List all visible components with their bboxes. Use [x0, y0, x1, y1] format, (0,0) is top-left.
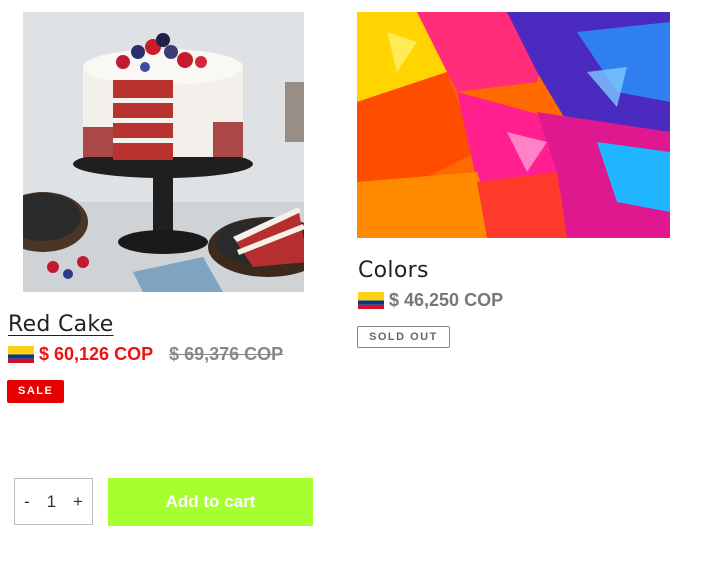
colombia-flag-icon — [8, 346, 34, 363]
compare-at-price: $ 69,376 COP — [169, 344, 284, 364]
quantity-stepper: - 1 + — [14, 478, 93, 525]
product-image-red-cake[interactable] — [23, 12, 304, 292]
add-to-cart-button[interactable]: Add to cart — [108, 478, 313, 526]
sale-badge: SALE — [7, 380, 65, 403]
quantity-decrease-button[interactable]: - — [24, 492, 30, 512]
quantity-increase-button[interactable]: + — [73, 492, 83, 512]
price-row: $ 46,250 COP — [358, 290, 503, 311]
colombia-flag-icon — [358, 292, 384, 309]
price-row: $ 60,126 COP $ 69,376 COP — [8, 344, 283, 365]
product-title[interactable]: Colors — [358, 258, 429, 283]
quantity-value[interactable]: 1 — [47, 492, 56, 512]
product-image-colors[interactable] — [357, 12, 670, 238]
sale-price: $ 60,126 COP — [39, 344, 154, 364]
product-title[interactable]: Red Cake — [8, 312, 114, 337]
regular-price: $ 46,250 COP — [389, 290, 504, 310]
sold-out-badge: SOLD OUT — [357, 326, 450, 348]
